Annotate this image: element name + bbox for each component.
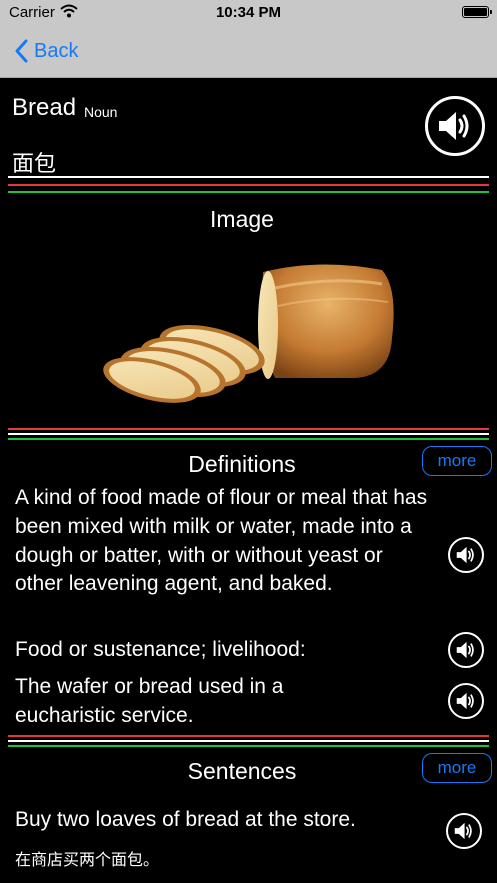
speaker-icon [439,112,469,140]
divider [8,438,489,440]
back-button[interactable]: Back [14,39,78,63]
definition-audio-button[interactable] [448,683,484,719]
bread-image [103,264,394,403]
navigation-bar: Back [0,26,497,78]
divider [8,740,489,742]
definitions-more-button[interactable]: more [422,446,492,476]
definition-audio-button[interactable] [448,537,484,573]
word-title: Bread [12,94,77,121]
sentence-translation: 在商店买两个面包。 [15,852,160,869]
divider [8,191,489,193]
definition-item: A kind of food made of flour or meal tha… [15,486,428,596]
speaker-icon [456,641,474,659]
divider [8,433,489,435]
sentences-title: Sentences [187,758,297,784]
status-bar: Carrier 10:34 PM [0,0,497,26]
definition-item: Food or sustenance; livelihood: [15,638,306,661]
sentences-more-button[interactable]: more [422,753,492,783]
speaker-icon [456,546,474,564]
definitions-title: Definitions [188,451,296,477]
divider [8,176,489,178]
divider [8,735,489,737]
chevron-left-icon [15,39,28,63]
speaker-icon [454,822,472,840]
battery-icon [462,6,492,18]
sentence-text: Buy two loaves of bread at the store. [15,808,356,831]
sentence-audio-button[interactable] [446,813,482,849]
divider [8,428,489,430]
definition-item: The wafer or bread used in a eucharistic… [15,675,284,727]
divider [8,184,489,186]
main-audio-button[interactable] [425,96,485,156]
definition-audio-button[interactable] [448,632,484,668]
status-time: 10:34 PM [215,4,282,21]
speaker-icon [456,692,474,710]
part-of-speech: Noun [84,104,118,120]
back-label: Back [34,39,79,62]
divider [8,745,489,747]
word-translation: 面包 [12,151,57,176]
image-section-title: Image [210,206,274,232]
